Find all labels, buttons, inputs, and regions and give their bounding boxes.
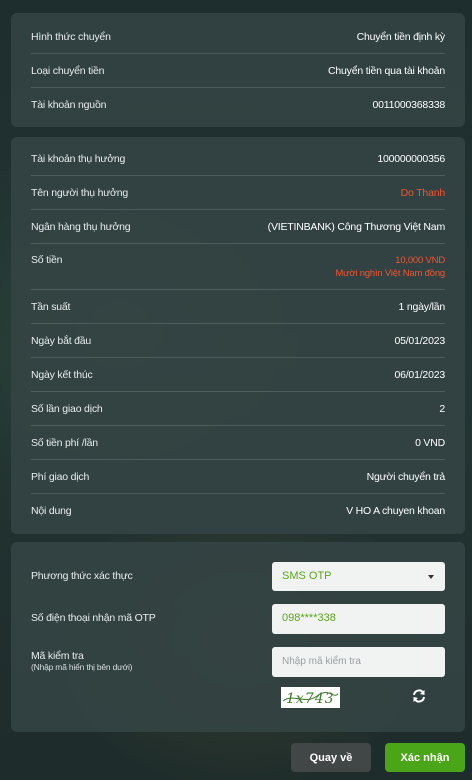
beneficiary-card: Tài khoản thụ hưởng 100000000356 Tên ngư…: [11, 137, 465, 534]
transfer-kind-value: Chuyển tiền qua tài khoản: [327, 65, 445, 77]
auth-method-select[interactable]: SMS OTP: [272, 562, 445, 591]
source-account-value: 0011000368338: [372, 99, 445, 111]
transfer-kind-label: Loại chuyển tiền: [31, 65, 105, 77]
row-source-account: Tài khoản nguồn 0011000368338: [31, 99, 445, 111]
refresh-icon[interactable]: [411, 688, 427, 704]
amount-value-group: 10,000 VND Mười nghìn Việt Nam đồng: [335, 254, 445, 280]
divider: [31, 209, 445, 210]
row-start-date: Ngày bắt đầu 05/01/2023: [31, 335, 445, 347]
start-date-value: 05/01/2023: [394, 335, 445, 347]
auth-method-value: SMS OTP: [282, 570, 332, 582]
amount-in-words: Mười nghìn Việt Nam đồng: [335, 268, 445, 279]
row-frequency: Tần suất 1 ngày/lần: [31, 301, 445, 313]
divider: [31, 323, 445, 324]
beneficiary-bank-value: (VIETINBANK) Công Thương Việt Nam: [267, 221, 446, 233]
divider: [31, 425, 445, 426]
beneficiary-name-value: Do Thanh: [400, 187, 446, 199]
transaction-count-value: 2: [439, 403, 445, 415]
row-content: Nội dung V HO A chuyen khoan: [31, 505, 445, 517]
divider: [31, 243, 445, 244]
content-value: V HO A chuyen khoan: [346, 505, 445, 517]
row-end-date: Ngày kết thúc 06/01/2023: [31, 369, 445, 381]
fee-payer-value: Người chuyển trả: [366, 471, 446, 483]
row-transfer-type: Hình thức chuyển Chuyển tiền định kỳ: [31, 31, 445, 43]
amount-label: Số tiền: [31, 254, 63, 266]
back-button-label: Quay về: [309, 751, 353, 764]
auth-method-label: Phương thức xác thực: [31, 570, 133, 582]
beneficiary-bank-label: Ngân hàng thụ hưởng: [31, 221, 131, 233]
end-date-label: Ngày kết thúc: [31, 369, 93, 381]
otp-phone-field[interactable]: 098****338: [272, 604, 445, 634]
captcha-image: 1x743: [281, 687, 340, 708]
back-button[interactable]: Quay về: [291, 743, 371, 772]
captcha-hint: (Nhập mã hiển thị bên dưới): [31, 662, 133, 672]
row-amount: Số tiền 10,000 VND Mười nghìn Việt Nam đ…: [31, 254, 445, 280]
frequency-value: 1 ngày/lần: [398, 301, 446, 313]
divider: [31, 459, 445, 460]
authentication-card: Phương thức xác thực SMS OTP Số điện tho…: [11, 542, 465, 732]
confirm-button[interactable]: Xác nhận: [385, 743, 465, 772]
start-date-label: Ngày bắt đầu: [31, 335, 92, 347]
row-beneficiary-account: Tài khoản thụ hưởng 100000000356: [31, 153, 445, 165]
source-account-label: Tài khoản nguồn: [31, 99, 107, 111]
row-fee-payer: Phí giao dịch Người chuyển trả: [31, 471, 445, 483]
otp-phone-value: 098****338: [282, 612, 336, 624]
beneficiary-account-label: Tài khoản thụ hưởng: [31, 153, 126, 165]
transfer-type-label: Hình thức chuyển: [31, 31, 111, 43]
row-beneficiary-bank: Ngân hàng thụ hưởng (VIETINBANK) Công Th…: [31, 221, 445, 233]
captcha-label: Mã kiểm tra: [31, 650, 84, 662]
content-label: Nội dung: [31, 505, 72, 517]
divider: [31, 357, 445, 358]
transaction-count-label: Số lần giao dịch: [31, 403, 103, 415]
divider: [31, 289, 445, 290]
divider: [31, 493, 445, 494]
frequency-label: Tần suất: [31, 301, 71, 313]
captcha-placeholder: Nhập mã kiểm tra: [282, 656, 361, 667]
transfer-type-value: Chuyển tiền định kỳ: [356, 31, 446, 43]
chevron-down-icon: [428, 575, 434, 579]
row-fee-amount: Số tiền phí /lần 0 VND: [31, 437, 445, 449]
row-transfer-kind: Loại chuyển tiền Chuyển tiền qua tài kho…: [31, 65, 445, 77]
divider: [31, 391, 445, 392]
confirm-button-label: Xác nhận: [400, 751, 450, 764]
row-beneficiary-name: Tên người thụ hưởng Do Thanh: [31, 187, 445, 199]
divider: [31, 175, 445, 176]
divider: [31, 53, 445, 54]
divider: [31, 87, 445, 88]
beneficiary-account-value: 100000000356: [377, 153, 445, 165]
otp-phone-label: Số điện thoại nhận mã OTP: [31, 612, 156, 624]
row-transaction-count: Số lần giao dịch 2: [31, 403, 445, 415]
fee-payer-label: Phí giao dịch: [31, 471, 90, 483]
beneficiary-name-label: Tên người thụ hưởng: [31, 187, 129, 199]
captcha-input[interactable]: Nhập mã kiểm tra: [272, 647, 445, 677]
fee-amount-label: Số tiền phí /lần: [31, 437, 98, 449]
captcha-text: 1x743: [286, 691, 335, 707]
amount-value: 10,000 VND: [395, 255, 445, 266]
transfer-info-card: Hình thức chuyển Chuyển tiền định kỳ Loạ…: [11, 13, 465, 127]
end-date-value: 06/01/2023: [394, 369, 445, 381]
captcha-graphic: 1x743: [281, 687, 340, 708]
fee-amount-value: 0 VND: [415, 437, 445, 449]
